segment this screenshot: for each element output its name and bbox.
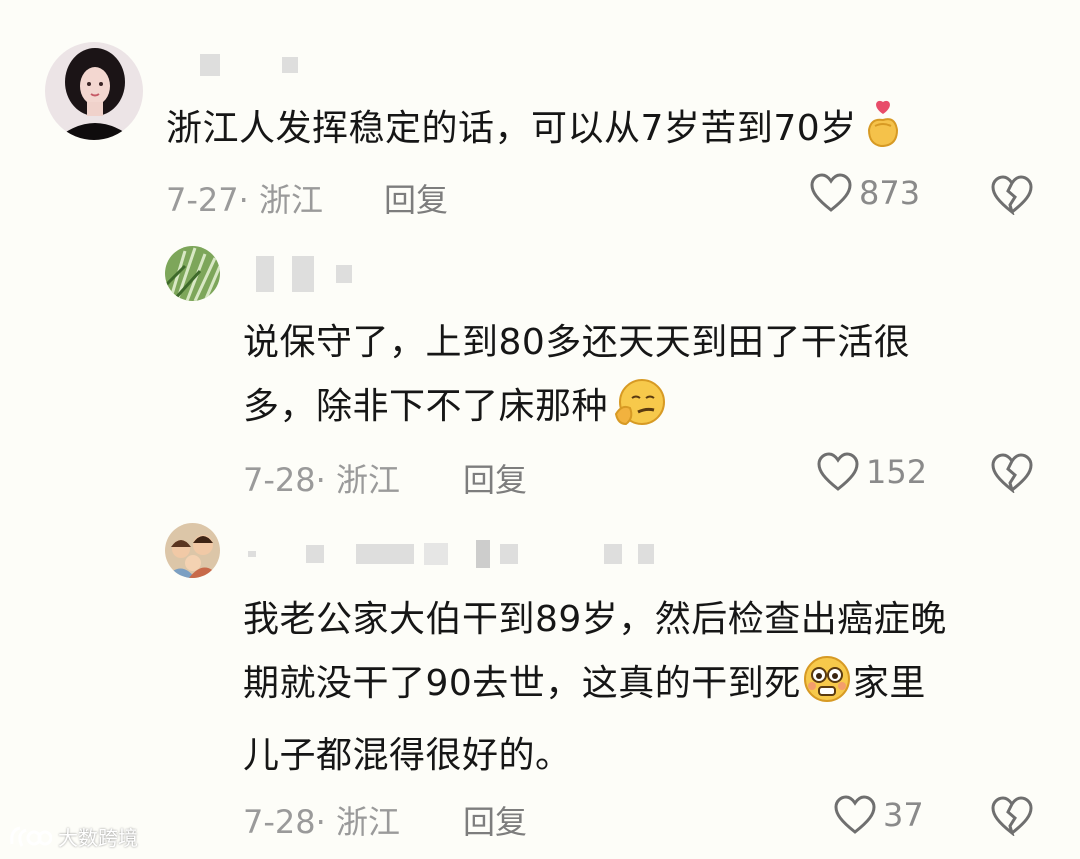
broken-heart-icon (991, 453, 1033, 495)
like-button[interactable]: 152 (816, 452, 927, 492)
comment-text: 说保守了，上到80多还天天到田了干活很 多，除非下不了床那种 (243, 311, 910, 447)
reply-button[interactable]: 回复 (463, 797, 527, 843)
comment-meta: 7-27· 浙江 (166, 181, 323, 219)
comment-meta: 7-28· 浙江 (243, 803, 400, 841)
broken-heart-icon (991, 796, 1033, 838)
like-button[interactable]: 37 (833, 795, 924, 835)
watermark-text: 大数跨境 (58, 826, 138, 850)
username-blurred[interactable] (248, 540, 654, 568)
dislike-button[interactable] (990, 175, 1034, 219)
heart-icon (817, 452, 859, 491)
username-blurred[interactable] (256, 256, 352, 292)
like-count: 873 (859, 174, 921, 212)
reply-button[interactable]: 回复 (384, 175, 448, 221)
flushed-face-emoji-icon (803, 655, 851, 724)
watermark: 大数跨境 (8, 822, 138, 851)
like-count: 37 (883, 796, 924, 834)
avatar[interactable] (165, 523, 220, 578)
dislike-button[interactable] (990, 796, 1034, 840)
broken-heart-icon (991, 175, 1033, 217)
like-button[interactable]: 873 (809, 173, 920, 213)
thinking-face-emoji-icon (614, 378, 666, 447)
watermark-logo-icon (10, 826, 52, 847)
dislike-button[interactable] (990, 453, 1034, 497)
heart-icon (810, 173, 852, 212)
avatar[interactable] (165, 246, 220, 301)
like-count: 152 (866, 453, 928, 491)
avatar[interactable] (45, 42, 143, 140)
comment-text: 浙江人发挥稳定的话，可以从7岁苦到70岁 (166, 97, 903, 169)
finger-heart-emoji-icon (863, 100, 903, 169)
username-blurred[interactable] (200, 54, 298, 76)
reply-button[interactable]: 回复 (463, 455, 527, 501)
comment-text: 我老公家大伯干到89岁，然后检查出癌症晚 期就没干了90去世，这真的干到死 家里… (243, 599, 947, 776)
heart-icon (834, 795, 876, 834)
comment-meta: 7-28· 浙江 (243, 461, 400, 499)
